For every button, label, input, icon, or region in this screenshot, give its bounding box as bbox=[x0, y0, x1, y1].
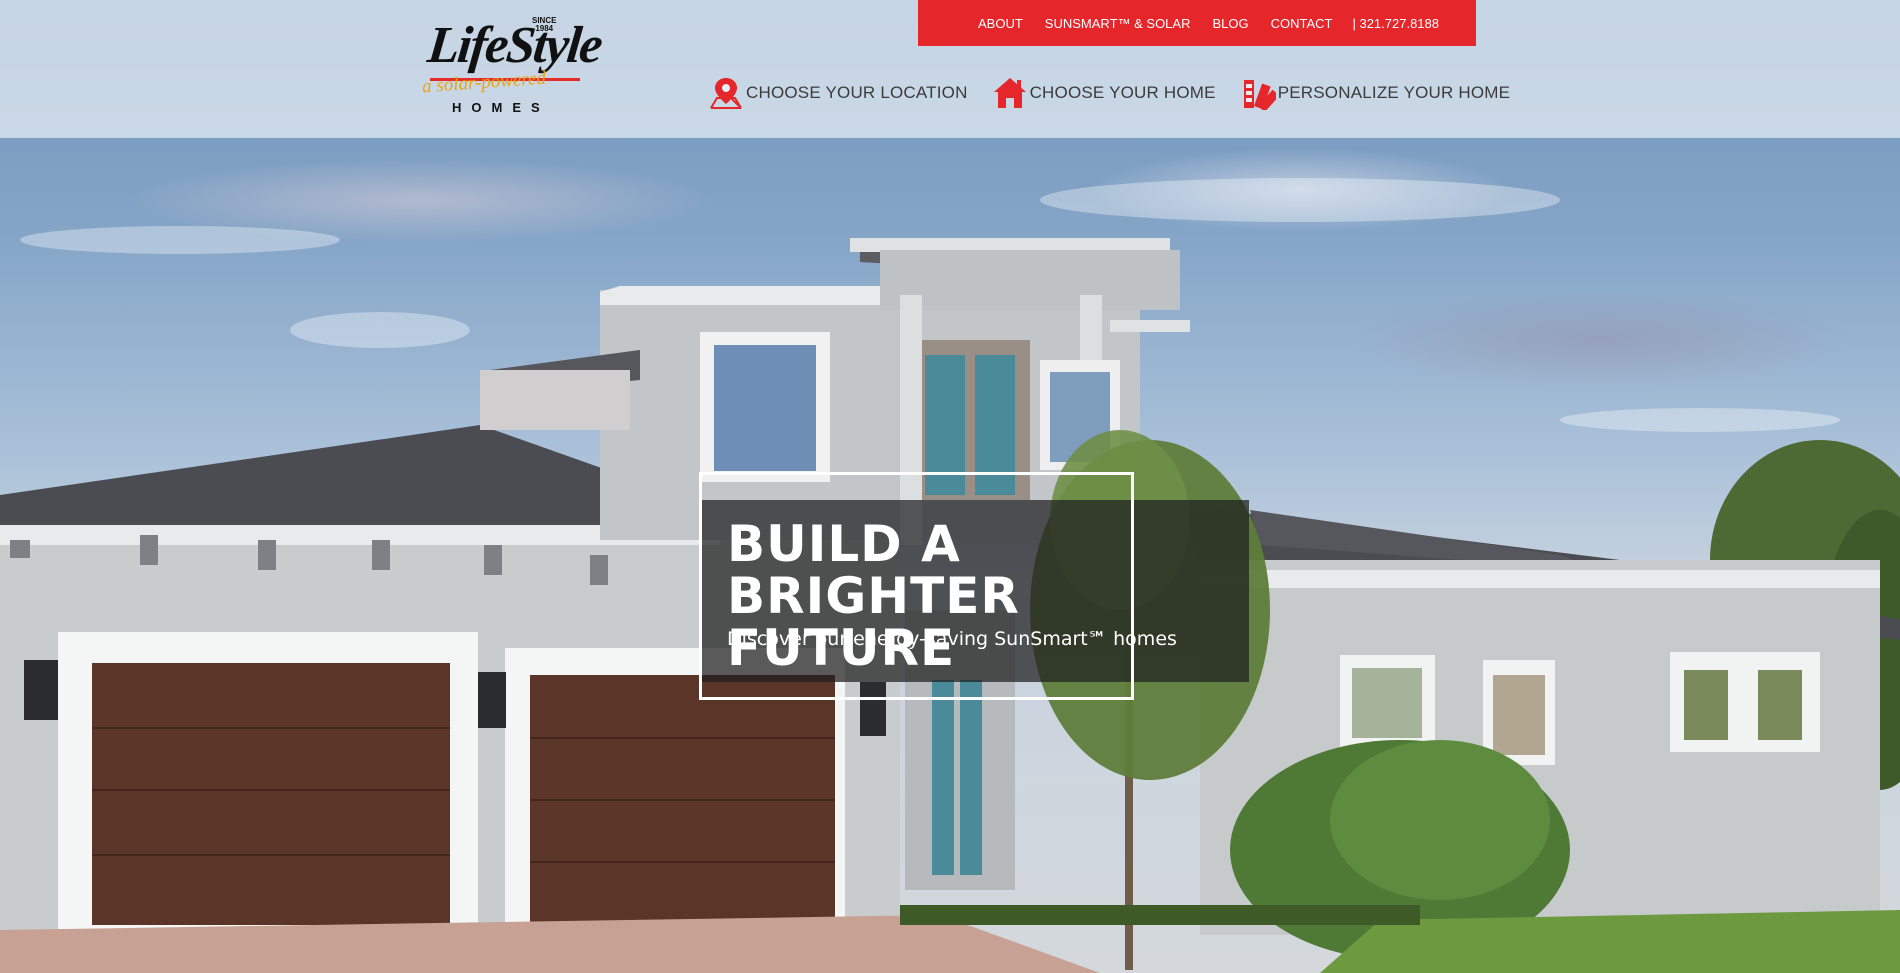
main-nav: CHOOSE YOUR LOCATION CHOOSE YOUR HOME PE… bbox=[708, 76, 1511, 113]
nav-personalize-home[interactable]: PERSONALIZE YOUR HOME bbox=[1240, 76, 1511, 113]
hero-title: BUILD A BRIGHTER FUTURE bbox=[727, 515, 1020, 677]
nav-choose-home[interactable]: CHOOSE YOUR HOME bbox=[992, 76, 1216, 110]
nav-contact[interactable]: CONTACT bbox=[1271, 16, 1333, 31]
utility-bar: ABOUT SUNSMART™ & SOLAR BLOG CONTACT | 3… bbox=[918, 0, 1476, 46]
site-header: SINCE 1984 LifeStyle a solar-powered HOM… bbox=[0, 0, 1900, 138]
nav-choose-location[interactable]: CHOOSE YOUR LOCATION bbox=[708, 76, 968, 110]
nav-personalize-home-label: PERSONALIZE YOUR HOME bbox=[1277, 83, 1511, 102]
color-swatch-icon bbox=[1240, 76, 1280, 113]
page: SINCE 1984 LifeStyle a solar-powered HOM… bbox=[0, 0, 1900, 973]
logo-homes: HOMES bbox=[452, 100, 550, 115]
nav-sunsmart-solar[interactable]: SUNSMART™ & SOLAR bbox=[1045, 16, 1191, 31]
nav-about[interactable]: ABOUT bbox=[978, 16, 1023, 31]
hero-subtitle: Discover our energy-saving SunSmart℠ hom… bbox=[727, 628, 1177, 650]
nav-choose-location-label: CHOOSE YOUR LOCATION bbox=[746, 83, 968, 102]
logo-wordmark: LifeStyle bbox=[425, 17, 604, 74]
phone-number[interactable]: | 321.727.8188 bbox=[1352, 16, 1439, 31]
logo[interactable]: SINCE 1984 LifeStyle a solar-powered HOM… bbox=[421, 12, 603, 120]
map-pin-icon bbox=[708, 76, 744, 110]
nav-choose-home-label: CHOOSE YOUR HOME bbox=[1029, 83, 1216, 102]
nav-blog[interactable]: BLOG bbox=[1212, 16, 1248, 31]
house-icon bbox=[992, 76, 1028, 110]
